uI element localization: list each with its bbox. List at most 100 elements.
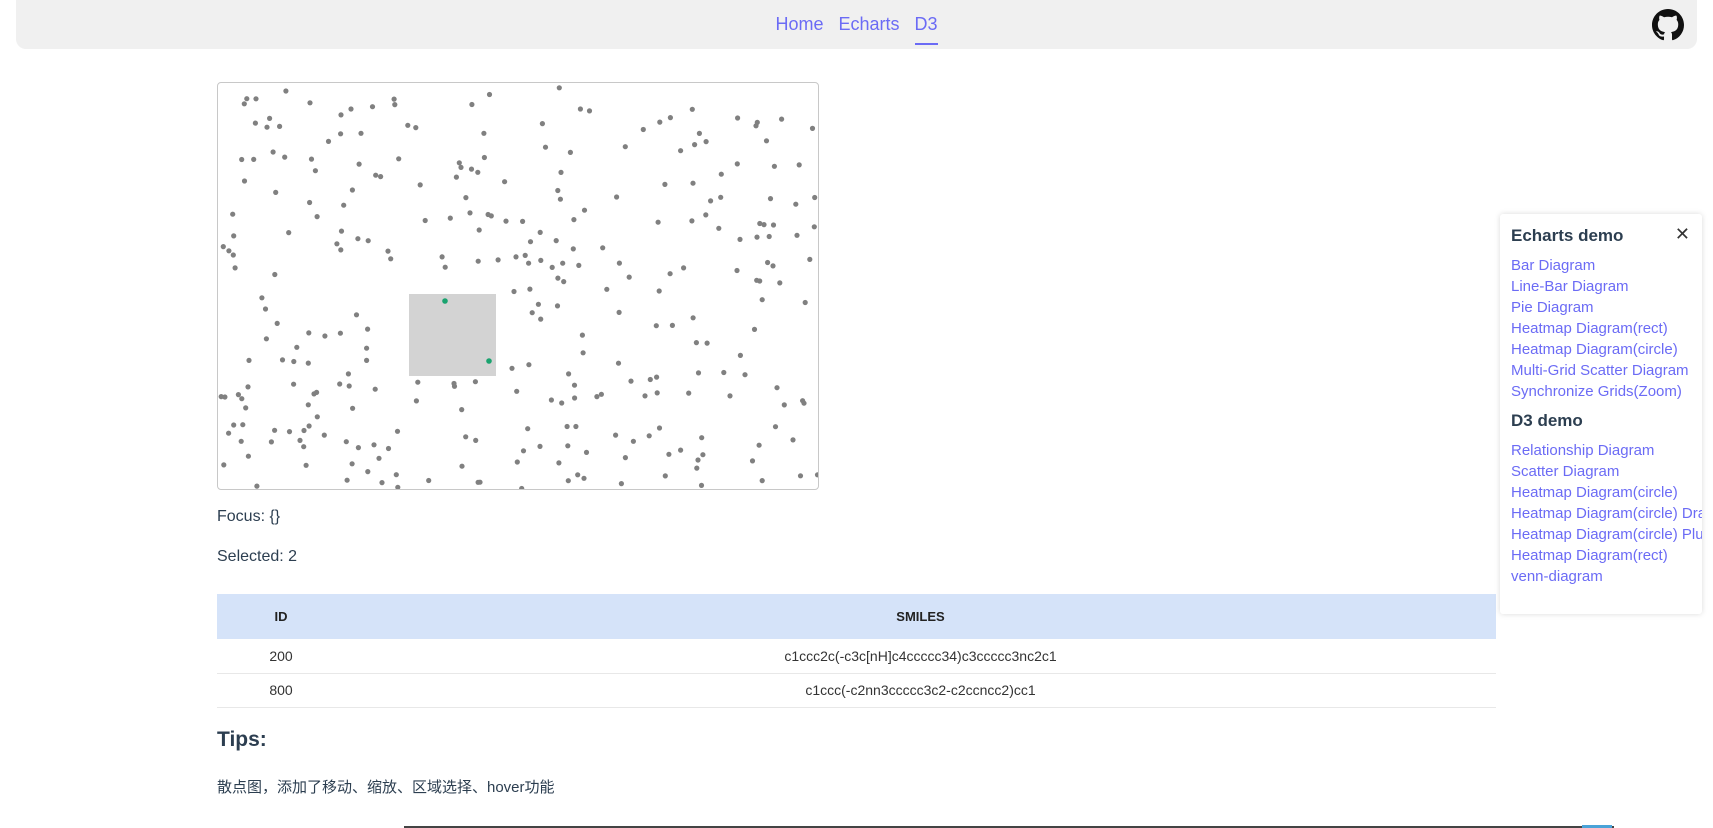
scatter-point[interactable] xyxy=(274,320,280,326)
scatter-point[interactable] xyxy=(244,96,250,102)
scatter-point[interactable] xyxy=(570,246,576,252)
scatter-point[interactable] xyxy=(509,365,515,371)
d3-link-scatter[interactable]: Scatter Diagram xyxy=(1511,461,1702,482)
scatter-point[interactable] xyxy=(565,478,571,484)
scatter-point[interactable] xyxy=(262,306,269,312)
scatter-point[interactable] xyxy=(294,344,300,350)
scatter-point[interactable] xyxy=(526,362,532,368)
scatter-point[interactable] xyxy=(696,130,702,136)
scatter-point[interactable] xyxy=(338,131,344,137)
scatter-point[interactable] xyxy=(807,256,813,262)
scatter-point[interactable] xyxy=(770,263,776,269)
scatter-point[interactable] xyxy=(417,182,423,188)
scatter-point[interactable] xyxy=(615,360,622,366)
scatter-point[interactable] xyxy=(514,388,520,394)
scatter-point[interactable] xyxy=(594,394,600,400)
scatter-point[interactable] xyxy=(263,336,269,342)
scatter-point[interactable] xyxy=(495,257,501,263)
scatter-point[interactable] xyxy=(519,485,525,490)
scatter-point[interactable] xyxy=(796,162,802,168)
scatter-point[interactable] xyxy=(567,149,573,155)
scatter-point[interactable] xyxy=(413,125,419,131)
scatter-point[interactable] xyxy=(475,169,481,175)
scatter-point[interactable] xyxy=(240,422,246,428)
scatter-point[interactable] xyxy=(365,326,371,332)
scatter-point[interactable] xyxy=(734,267,740,274)
scatter-point[interactable] xyxy=(338,247,344,253)
scatter-point[interactable] xyxy=(308,156,315,162)
scatter-point[interactable] xyxy=(655,219,661,225)
scatter-point[interactable] xyxy=(708,198,714,204)
scatter-point[interactable] xyxy=(653,323,659,329)
d3-link-venn[interactable]: venn-diagram xyxy=(1511,566,1702,587)
scatter-point[interactable] xyxy=(513,254,519,260)
scatter-point[interactable] xyxy=(742,372,748,378)
scatter-point[interactable] xyxy=(556,460,562,466)
scatter-point[interactable] xyxy=(814,472,819,478)
scatter-point[interactable] xyxy=(439,254,445,260)
scatter-point[interactable] xyxy=(561,279,567,285)
scatter-point[interactable] xyxy=(802,299,808,306)
scatter-point[interactable] xyxy=(586,108,593,114)
scatter-point[interactable] xyxy=(467,210,473,216)
scatter-point[interactable] xyxy=(694,465,700,471)
d3-link-relationship[interactable]: Relationship Diagram xyxy=(1511,440,1702,461)
scatter-point[interactable] xyxy=(522,252,528,258)
scatter-point[interactable] xyxy=(811,224,817,230)
scatter-point[interactable] xyxy=(571,382,578,388)
scatter-point[interactable] xyxy=(580,350,586,356)
scatter-point[interactable] xyxy=(703,139,709,145)
echarts-link-bar[interactable]: Bar Diagram xyxy=(1511,255,1689,276)
scatter-point[interactable] xyxy=(579,332,585,338)
d3-link-heatmap-rect[interactable]: Heatmap Diagram(rect) xyxy=(1511,545,1702,566)
scatter-point[interactable] xyxy=(537,229,543,235)
scatter-point[interactable] xyxy=(737,352,744,358)
scatter-point[interactable] xyxy=(220,244,226,250)
scatter-point[interactable] xyxy=(716,225,722,231)
scatter-point[interactable] xyxy=(503,218,509,224)
scatter-point[interactable] xyxy=(301,427,307,434)
scatter-point[interactable] xyxy=(573,423,579,430)
scatter-point[interactable] xyxy=(770,222,777,228)
scatter-point[interactable] xyxy=(349,461,355,467)
scatter-point[interactable] xyxy=(622,144,628,150)
scatter-point[interactable] xyxy=(355,445,361,451)
scatter-point[interactable] xyxy=(812,194,818,201)
scatter-point[interactable] xyxy=(703,212,709,218)
scatter-point[interactable] xyxy=(581,207,588,213)
scatter-point[interactable] xyxy=(754,234,760,240)
scatter-point[interactable] xyxy=(616,260,622,266)
scatter-point[interactable] xyxy=(385,248,391,254)
brush-selection[interactable] xyxy=(409,294,496,376)
scatter-point[interactable] xyxy=(809,125,816,131)
scatter-point[interactable] xyxy=(241,101,247,107)
scatter-point[interactable] xyxy=(481,130,487,136)
scatter-point[interactable] xyxy=(277,123,283,129)
scatter-point[interactable] xyxy=(565,443,571,449)
scatter-point[interactable] xyxy=(307,199,313,206)
scatter-point[interactable] xyxy=(657,119,663,125)
scatter-point[interactable] xyxy=(793,201,799,207)
scatter-point[interactable] xyxy=(364,345,370,351)
scatter-point[interactable] xyxy=(525,426,531,432)
scatter-point[interactable] xyxy=(766,233,772,240)
scatter-point[interactable] xyxy=(456,160,462,166)
scatter-point[interactable] xyxy=(405,122,411,128)
scatter-point[interactable] xyxy=(751,326,758,332)
scatter-point[interactable] xyxy=(268,439,274,445)
scatter-point[interactable] xyxy=(681,265,687,271)
scatter-point[interactable] xyxy=(321,432,327,438)
scatter-point[interactable] xyxy=(394,428,401,434)
scatter-point[interactable] xyxy=(231,422,237,428)
scatter-point[interactable] xyxy=(473,437,479,443)
scatter-point[interactable] xyxy=(264,124,270,130)
scatter-point[interactable] xyxy=(356,161,362,167)
scatter-point[interactable] xyxy=(251,156,257,162)
scatter-point[interactable] xyxy=(640,126,646,133)
scatter-canvas[interactable] xyxy=(218,83,819,490)
scatter-point[interactable] xyxy=(678,447,684,453)
scatter-point[interactable] xyxy=(391,96,397,102)
nav-home-link[interactable]: Home xyxy=(775,14,823,45)
scatter-point[interactable] xyxy=(759,478,765,484)
scatter-point[interactable] xyxy=(272,271,278,278)
